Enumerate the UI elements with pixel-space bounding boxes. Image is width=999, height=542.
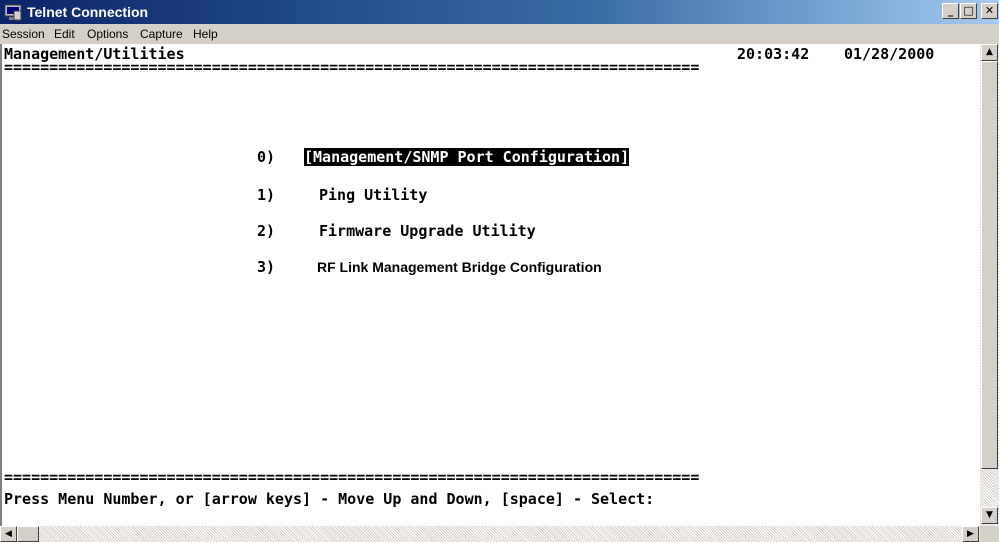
menu-edit[interactable]: Edit <box>54 27 75 41</box>
scroll-right-arrow-icon[interactable]: ▶ <box>962 526 979 542</box>
menu-session[interactable]: Session <box>2 27 45 41</box>
menu-option-firmware-upgrade[interactable]: Firmware Upgrade Utility <box>319 222 536 240</box>
horizontal-scrollbar[interactable]: ◀ ▶ <box>0 526 980 542</box>
close-button[interactable]: ✕ <box>981 3 998 19</box>
menu-number-0: 0) <box>257 148 276 166</box>
minimize-button[interactable]: _ <box>942 3 959 19</box>
top-separator: ========================================… <box>4 58 700 76</box>
command-prompt: Press Menu Number, or [arrow keys] - Mov… <box>4 490 655 508</box>
scroll-up-arrow-icon[interactable]: ▲ <box>981 44 998 61</box>
terminal-screen[interactable]: Management/Utilities 20:03:42 01/28/2000… <box>0 44 980 526</box>
menu-number-1: 1) <box>257 186 276 204</box>
telnet-app-icon <box>4 4 22 21</box>
clock-time: 20:03:42 <box>737 45 810 63</box>
menu-option-rf-link-bridge-config[interactable]: RF Link Management Bridge Configuration <box>317 258 602 276</box>
menu-number-3: 3) <box>257 258 276 276</box>
menu-number-2: 2) <box>257 222 276 240</box>
vertical-scroll-thumb[interactable] <box>981 61 998 469</box>
clock-date: 01/28/2000 <box>844 45 935 63</box>
menu-capture[interactable]: Capture <box>140 27 183 41</box>
window-title: Telnet Connection <box>27 4 149 20</box>
menu-options[interactable]: Options <box>87 27 128 41</box>
vertical-scrollbar[interactable]: ▲ ▼ <box>980 44 999 526</box>
menu-bar: Session Edit Options Capture Help <box>0 24 999 44</box>
menu-option-ping-utility[interactable]: Ping Utility <box>319 186 427 204</box>
title-bar[interactable]: Telnet Connection _ □ ✕ <box>0 0 999 24</box>
maximize-button[interactable]: □ <box>960 3 977 19</box>
bottom-separator: ========================================… <box>4 468 700 486</box>
scroll-down-arrow-icon[interactable]: ▼ <box>981 507 998 524</box>
horizontal-scroll-thumb[interactable] <box>17 526 39 542</box>
menu-help[interactable]: Help <box>193 27 218 41</box>
scroll-left-arrow-icon[interactable]: ◀ <box>0 526 17 542</box>
size-grip[interactable] <box>980 526 999 542</box>
menu-option-snmp-port-config[interactable]: [Management/SNMP Port Configuration] <box>304 148 630 166</box>
